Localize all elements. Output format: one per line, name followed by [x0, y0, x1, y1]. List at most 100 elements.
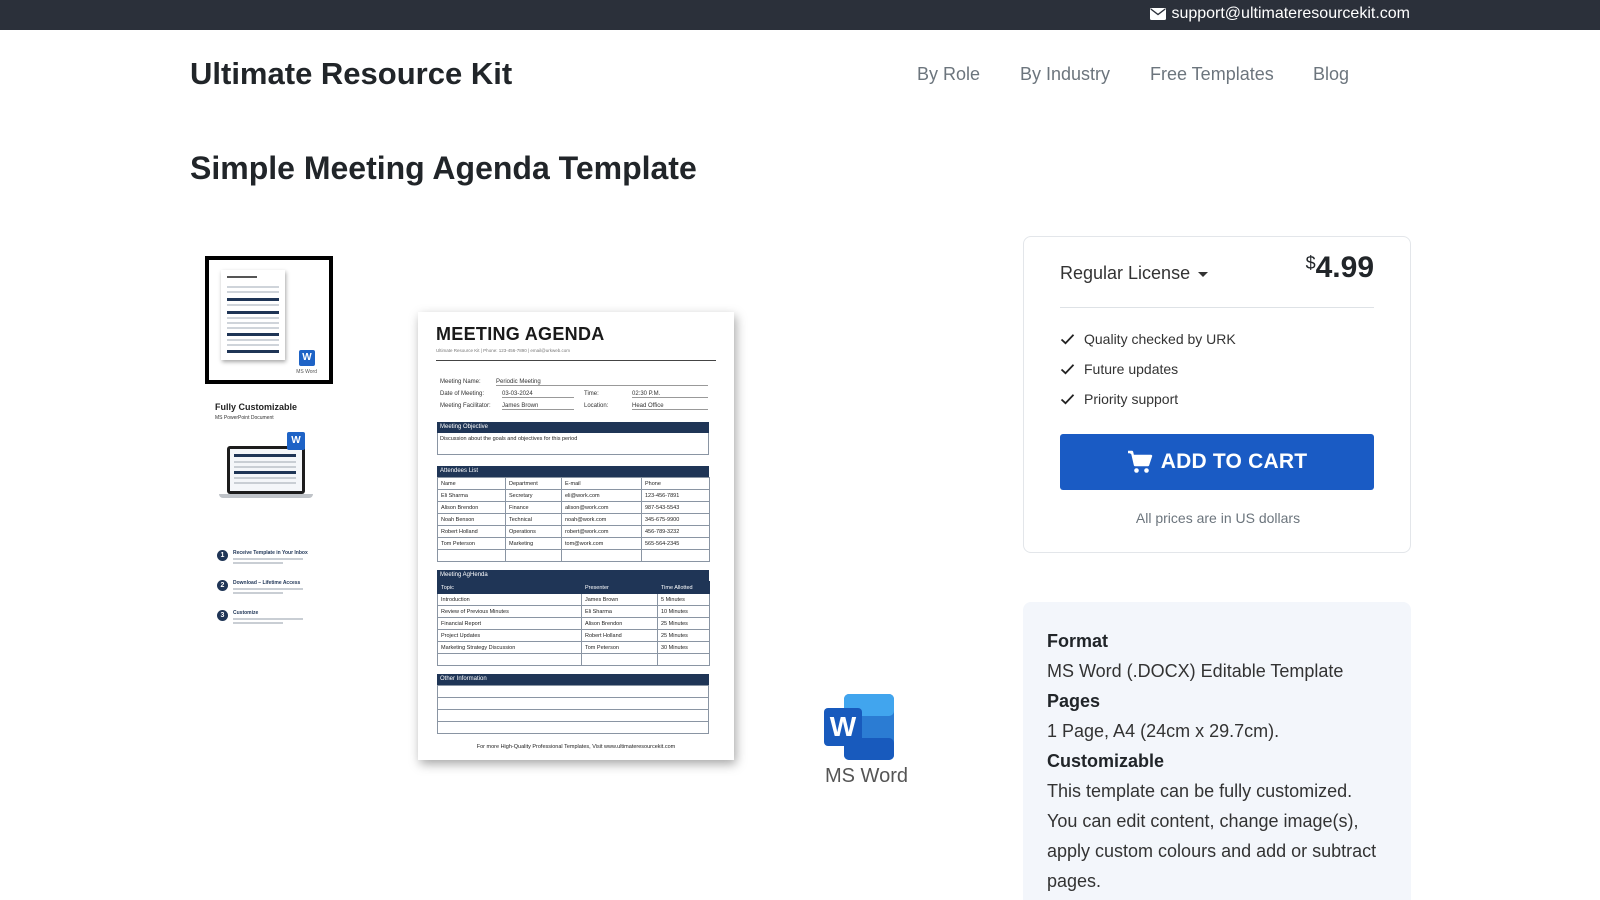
laptop-base	[219, 494, 313, 498]
table-cell: Robert Holland	[437, 525, 506, 538]
step-title: Customize	[233, 610, 259, 616]
thumbnail-subtitle: MS PowerPoint Document	[215, 415, 274, 421]
table-cell: 30 Minutes	[657, 641, 710, 654]
laptop-icon	[227, 446, 305, 494]
agenda-heading: Meeting AgHenda	[437, 570, 709, 581]
spec-customizable-text: apply custom colours and add or subtract	[1047, 841, 1377, 861]
table-cell: 25 Minutes	[657, 629, 710, 642]
table-cell: 10 Minutes	[657, 605, 710, 618]
step-text-line	[233, 622, 283, 624]
table-row	[437, 653, 710, 666]
check-icon	[1060, 394, 1075, 405]
attendees-heading: Attendees List	[437, 466, 709, 477]
table-cell: Project Updates	[437, 629, 582, 642]
thumbnail-1[interactable]: W MS Word	[205, 256, 333, 384]
table-row: Robert Holland Operations robert@work.com 4…	[437, 525, 710, 538]
table-cell: Review of Previous Minutes	[437, 605, 582, 618]
nav-blog[interactable]: Blog	[1313, 64, 1349, 85]
ms-word-label: MS Word	[825, 765, 908, 787]
step-number: 3	[217, 610, 228, 621]
thumbnail-word-label: MS Word	[296, 369, 317, 375]
column-header: Time Allotted	[657, 581, 710, 594]
thumbnail-3[interactable]: 1 Receive Template in Your Inbox 2 Downl…	[205, 540, 333, 668]
template-preview-document[interactable]: MEETING AGENDA Ultimate Resource Kit | P…	[418, 312, 734, 760]
meeting-name-label: Meeting Name:	[440, 379, 481, 385]
table-row	[437, 697, 709, 710]
word-logo-letter: W	[830, 711, 857, 742]
spec-pages-label: Pages	[1047, 691, 1101, 711]
attendees-table: Name Department E-mail Phone Eli Sharma Secr…	[437, 477, 710, 562]
feature-item: Quality checked by URK	[1060, 331, 1236, 347]
column-header: Presenter	[581, 581, 658, 594]
thumbnail-2[interactable]: Fully Customizable MS PowerPoint Documen…	[205, 398, 333, 526]
table-cell: Technical	[505, 513, 562, 526]
doc-subtitle: Ultimate Resource Kit | Phone: 123-456-7…	[436, 348, 570, 353]
step-2: 2 Download – Lifetime Access	[217, 580, 303, 594]
facilitator-value: James Brown	[502, 403, 574, 410]
table-cell: Eli Sharma	[437, 489, 506, 502]
table-cell	[437, 549, 506, 562]
table-row: Marketing Strategy Discussion Tom Peterso…	[437, 641, 710, 654]
column-header: E-mail	[561, 477, 642, 490]
facilitator-label: Meeting Facilitator:	[440, 403, 491, 409]
ms-word-icon: W	[824, 694, 894, 760]
price-currency: $	[1305, 253, 1316, 273]
table-cell	[437, 685, 709, 698]
table-cell: Noah Benson	[437, 513, 506, 526]
spec-customizable-text: You can edit content, change image(s),	[1047, 811, 1359, 831]
license-dropdown[interactable]: Regular License	[1060, 263, 1209, 284]
support-email-text: support@ultimateresourcekit.com	[1171, 5, 1410, 22]
product-specs: Format MS Word (.DOCX) Editable Template…	[1023, 602, 1411, 900]
doc-footer: For more High-Quality Professional Templ…	[476, 744, 676, 750]
step-title: Download – Lifetime Access	[233, 580, 301, 586]
price: $4.99	[1306, 251, 1374, 285]
feature-label: Quality checked by URK	[1084, 331, 1236, 347]
agenda-table: Topic Presenter Time Allotted Introduction…	[437, 581, 710, 666]
step-3: 3 Customize	[217, 610, 303, 624]
table-cell: Marketing	[505, 537, 562, 550]
table-cell: Robert Holland	[581, 629, 658, 642]
table-cell: 123-456-7891	[641, 489, 710, 502]
price-value: 4.99	[1315, 251, 1374, 284]
table-row	[437, 549, 710, 562]
feature-item: Priority support	[1060, 391, 1178, 407]
table-row: Project Updates Robert Holland 25 Minutes	[437, 629, 710, 642]
step-number: 2	[217, 580, 228, 591]
table-cell: Tom Peterson	[437, 537, 506, 550]
table-cell: Eli Sharma	[581, 605, 658, 618]
table-cell: Operations	[505, 525, 562, 538]
doc-divider	[436, 360, 716, 361]
date-label: Date of Meeting:	[440, 391, 485, 397]
table-cell: Marketing Strategy Discussion	[437, 641, 582, 654]
table-header-row: Name Department E-mail Phone	[437, 477, 710, 490]
nav-free-templates[interactable]: Free Templates	[1150, 64, 1274, 85]
table-cell	[641, 549, 710, 562]
nav-by-role[interactable]: By Role	[917, 64, 980, 85]
spec-customizable-label: Customizable	[1047, 751, 1165, 771]
table-row: Alison Brendon Finance alison@work.com 987-…	[437, 501, 710, 514]
column-header: Name	[437, 477, 506, 490]
table-cell: Alison Brendon	[437, 501, 506, 514]
table-cell: Alison Brendon	[581, 617, 658, 630]
table-cell: noah@work.com	[561, 513, 642, 526]
table-row: Introduction James Brown 5 Minutes	[437, 593, 710, 606]
license-label: Regular License	[1060, 263, 1191, 283]
table-row: Noah Benson Technical noah@work.com 345-675…	[437, 513, 710, 526]
table-cell	[437, 697, 709, 710]
word-icon: W	[299, 350, 315, 366]
table-cell: eli@work.com	[561, 489, 642, 502]
page-title: Simple Meeting Agenda Template	[190, 150, 697, 186]
table-row: Tom Peterson Marketing tom@work.com 565-564…	[437, 537, 710, 550]
support-email-link[interactable]: support@ultimateresourcekit.com	[1150, 5, 1410, 23]
table-row: Review of Previous Minutes Eli Sharma 10 M…	[437, 605, 710, 618]
feature-label: Priority support	[1084, 391, 1179, 407]
table-cell	[505, 549, 562, 562]
table-cell	[657, 653, 710, 666]
table-cell: James Brown	[581, 593, 658, 606]
caret-down-icon	[1198, 272, 1209, 277]
purchase-card: Regular License $4.99 Quality checked by…	[1023, 236, 1411, 553]
nav-by-industry[interactable]: By Industry	[1020, 64, 1110, 85]
time-label: Time:	[584, 391, 599, 397]
spec-format-value: MS Word (.DOCX) Editable Template	[1047, 661, 1344, 681]
add-to-cart-button[interactable]: ADD TO CART	[1060, 434, 1374, 490]
